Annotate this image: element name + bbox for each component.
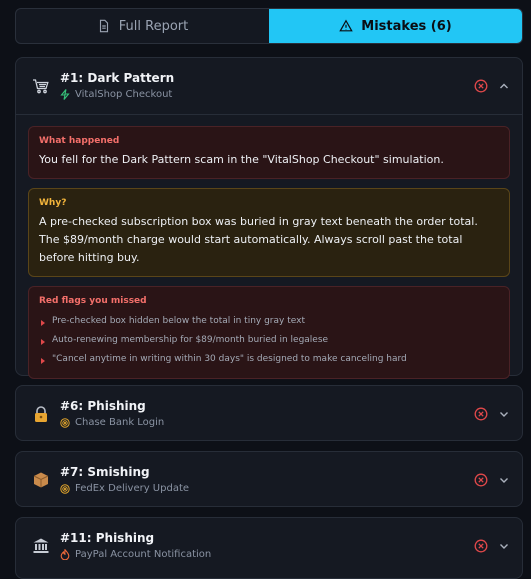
mistake-subtitle-row: PayPal Account Notification (60, 549, 211, 560)
flame-icon (60, 549, 70, 560)
package-icon (30, 469, 52, 491)
what-happened-panel: What happened You fell for the Dark Patt… (28, 126, 510, 179)
why-panel: Why? A pre-checked subscription box was … (28, 188, 510, 277)
mistake-card: #1: Dark Pattern VitalShop Checkout What… (15, 57, 523, 379)
mistake-title: #1: Dark Pattern (60, 71, 175, 85)
mistake-title: #11: Phishing (60, 531, 155, 545)
red-flags-panel: Red flags you missed Pre-checked box hid… (28, 286, 510, 379)
red-flag-item: "Cancel anytime in writing within 30 day… (39, 350, 499, 369)
chevron-up-icon[interactable] (498, 80, 510, 92)
warning-icon (339, 19, 354, 32)
tab-full-report[interactable]: Full Report (16, 9, 269, 43)
mistake-card: #7: Smishing FedEx Delivery Update (15, 451, 523, 507)
lock-icon (30, 403, 52, 425)
mistake-card-header[interactable]: #6: Phishing Chase Bank Login (16, 386, 522, 442)
mistake-subtitle: Chase Bank Login (75, 417, 165, 428)
mistake-card: #6: Phishing Chase Bank Login (15, 385, 523, 441)
close-circle-icon (474, 407, 488, 421)
chevron-down-icon[interactable] (498, 408, 510, 420)
red-flags-title: Red flags you missed (39, 296, 147, 306)
tab-full-report-label: Full Report (118, 18, 189, 34)
mistake-subtitle: FedEx Delivery Update (75, 483, 190, 494)
mistake-details: What happened You fell for the Dark Patt… (16, 114, 522, 391)
close-circle-icon (474, 539, 488, 553)
red-flags-list: Pre-checked box hidden below the total i… (39, 312, 499, 369)
lightning-icon (60, 89, 70, 100)
what-happened-text: You fell for the Dark Pattern scam in th… (39, 153, 444, 166)
mistake-subtitle: PayPal Account Notification (75, 549, 212, 560)
bank-icon (30, 535, 52, 557)
mistake-subtitle-row: Chase Bank Login (60, 417, 164, 428)
chevron-down-icon[interactable] (498, 474, 510, 486)
close-circle-icon (474, 79, 488, 93)
mistake-subtitle-row: FedEx Delivery Update (60, 483, 189, 494)
mistake-subtitle: VitalShop Checkout (75, 89, 173, 100)
mistake-subtitle-row: VitalShop Checkout (60, 89, 172, 100)
shopping-cart-icon (30, 75, 52, 97)
report-tabs: Full Report Mistakes (6) (15, 8, 523, 44)
mistake-card-header[interactable]: #1: Dark Pattern VitalShop Checkout (16, 58, 522, 114)
tab-mistakes-label: Mistakes (6) (361, 18, 452, 34)
mistake-title: #6: Phishing (60, 399, 146, 413)
tab-mistakes[interactable]: Mistakes (6) (269, 9, 522, 43)
target-icon (60, 483, 70, 494)
document-icon (99, 19, 108, 33)
what-happened-title: What happened (39, 136, 120, 146)
why-text: A pre-checked subscription box was burie… (39, 215, 478, 264)
mistake-card-header[interactable]: #7: Smishing FedEx Delivery Update (16, 452, 522, 508)
mistake-title: #7: Smishing (60, 465, 150, 479)
mistake-card-header[interactable]: #11: Phishing PayPal Account Notificatio… (16, 518, 522, 574)
why-title: Why? (39, 198, 67, 208)
red-flag-item: Pre-checked box hidden below the total i… (39, 312, 499, 331)
red-flag-item: Auto-renewing membership for $89/month b… (39, 331, 499, 350)
close-circle-icon (474, 473, 488, 487)
chevron-down-icon[interactable] (498, 540, 510, 552)
target-icon (60, 417, 70, 428)
mistake-card: #11: Phishing PayPal Account Notificatio… (15, 517, 523, 579)
